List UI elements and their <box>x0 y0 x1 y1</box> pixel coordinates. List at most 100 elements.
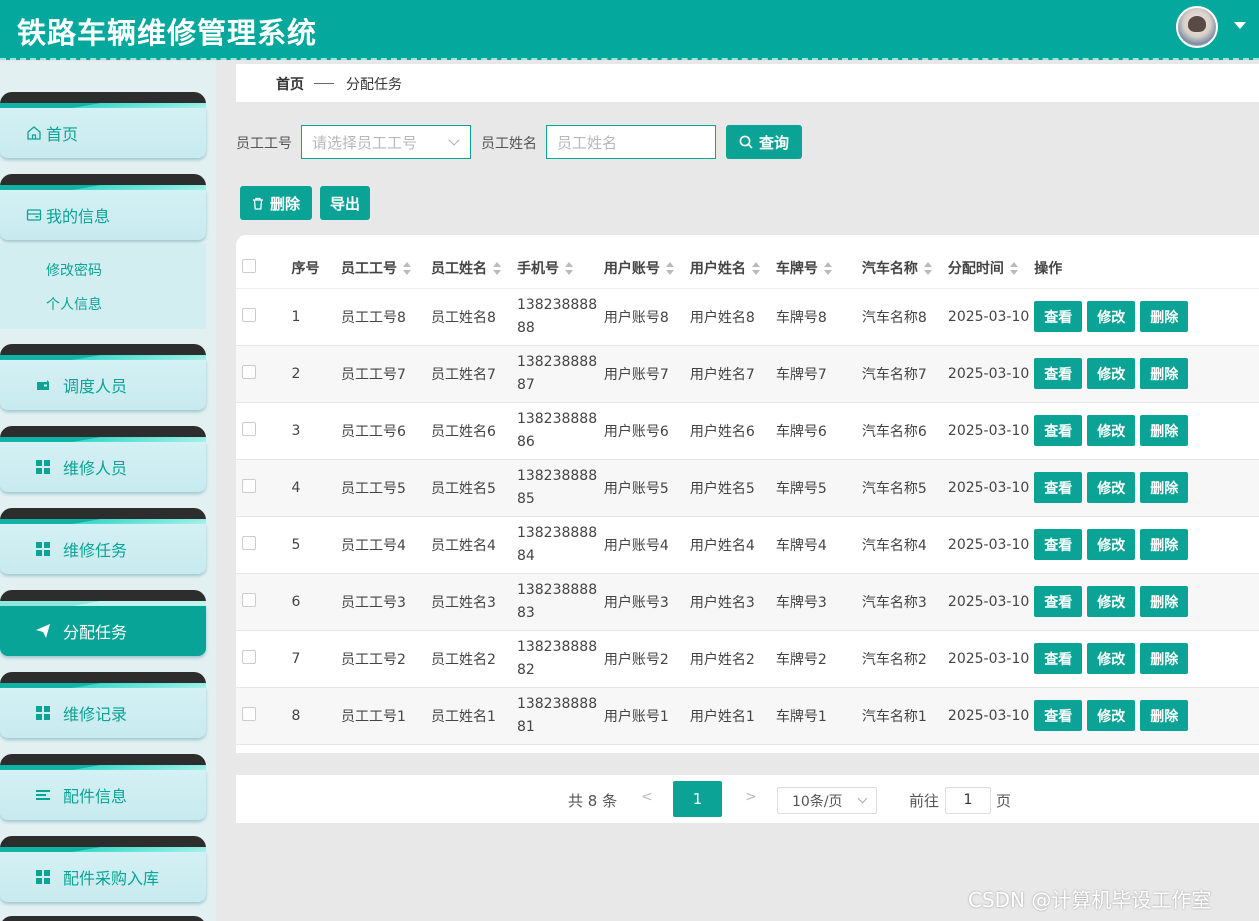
sidebar-item-body[interactable]: 配件采购入库 <box>0 852 206 902</box>
view-button[interactable]: 查看 <box>1034 415 1083 446</box>
view-button[interactable]: 查看 <box>1034 529 1083 560</box>
view-button[interactable]: 查看 <box>1034 643 1083 674</box>
sort-icon[interactable] <box>665 261 674 276</box>
sidebar-item-body[interactable]: 维修任务 <box>0 524 206 574</box>
page-number-button[interactable]: 1 <box>673 781 722 817</box>
view-button[interactable]: 查看 <box>1034 301 1083 332</box>
prev-page-button[interactable]: < <box>641 789 653 805</box>
sort-icon[interactable] <box>1009 261 1018 276</box>
query-button[interactable]: 查询 <box>726 125 802 159</box>
header-user-account[interactable]: 用户账号 <box>603 248 690 289</box>
sidebar-item-label: 维修任务 <box>63 541 128 560</box>
page-size-select[interactable]: 10条/页 <box>777 787 877 814</box>
header-emp-name[interactable]: 员工姓名 <box>430 248 517 289</box>
export-button[interactable]: 导出 <box>320 186 370 220</box>
delete-button[interactable]: 删除 <box>1140 643 1189 674</box>
sidebar-item-dispatchers[interactable]: 调度人员 <box>0 344 206 412</box>
sort-icon[interactable] <box>751 261 760 276</box>
row-checkbox[interactable] <box>242 535 256 550</box>
cell-actions: 查看 修改 删除 <box>1034 345 1259 403</box>
sidebar-item-assign-tasks[interactable]: 分配任务 <box>0 590 206 658</box>
select-all-checkbox[interactable] <box>242 258 256 273</box>
sidebar-item-body[interactable]: 我的信息 <box>0 190 206 240</box>
edit-button[interactable]: 修改 <box>1087 700 1136 731</box>
sidebar-item-repair-records[interactable]: 维修记录 <box>0 672 206 740</box>
next-page-button[interactable]: > <box>745 789 757 805</box>
cell-emp-name: 员工姓名2 <box>430 630 517 688</box>
goto-page-input[interactable]: 1 <box>945 787 991 814</box>
header-phone[interactable]: 手机号 <box>516 248 604 289</box>
edit-button[interactable]: 修改 <box>1087 586 1136 617</box>
header-assign-time[interactable]: 分配时间 <box>947 248 1035 289</box>
header-car-name[interactable]: 汽车名称 <box>861 248 948 289</box>
cell-emp-no: 员工工号6 <box>341 402 431 460</box>
delete-button[interactable]: 删除 <box>1140 301 1189 332</box>
header-label: 员工工号 <box>341 260 397 277</box>
edit-button[interactable]: 修改 <box>1087 415 1136 446</box>
user-menu-caret-icon[interactable] <box>1234 22 1246 29</box>
row-checkbox[interactable] <box>242 706 256 721</box>
edit-button[interactable]: 修改 <box>1087 472 1136 503</box>
row-checkbox[interactable] <box>242 592 256 607</box>
header-plate-no[interactable]: 车牌号 <box>775 248 862 289</box>
sidebar-item-repair-staff[interactable]: 维修人员 <box>0 426 206 494</box>
emp-no-select[interactable]: 请选择员工工号 <box>301 125 471 159</box>
row-checkbox[interactable] <box>242 364 256 379</box>
edit-button[interactable]: 修改 <box>1087 301 1136 332</box>
sort-icon[interactable] <box>492 261 501 276</box>
delete-button[interactable]: 删除 <box>1140 529 1189 560</box>
breadcrumb-home[interactable]: 首页 <box>276 74 304 94</box>
row-checkbox[interactable] <box>242 307 256 322</box>
edit-button[interactable]: 修改 <box>1087 358 1136 389</box>
sidebar-item-my-info[interactable]: 我的信息 <box>0 174 206 242</box>
row-checkbox[interactable] <box>242 649 256 664</box>
emp-name-input[interactable]: 员工姓名 <box>546 125 716 159</box>
sidebar-item-body[interactable]: 配件信息 <box>0 770 206 820</box>
batch-delete-button[interactable]: 删除 <box>240 186 312 220</box>
submenu-personal-info[interactable]: 个人信息 <box>46 294 102 314</box>
submenu-change-password[interactable]: 修改密码 <box>46 260 102 280</box>
view-button[interactable]: 查看 <box>1034 472 1083 503</box>
view-button[interactable]: 查看 <box>1034 586 1083 617</box>
user-avatar[interactable] <box>1176 6 1218 48</box>
sidebar-item-parts-info[interactable]: 配件信息 <box>0 754 206 822</box>
delete-button[interactable]: 删除 <box>1140 700 1189 731</box>
list-icon <box>35 787 51 803</box>
cell-user-account-text: 用户账号2 <box>603 651 669 668</box>
sidebar-item-body[interactable]: 维修记录 <box>0 688 206 738</box>
delete-button[interactable]: 删除 <box>1140 472 1189 503</box>
export-label: 导出 <box>329 194 360 213</box>
pagination: 共 8 条 < 1 > 10条/页 前往 1 页 <box>236 775 1259 823</box>
data-table: 序号 员工工号 员工姓名 手机号 用户账号 用户姓名 车牌号 汽车名称 分配时间… <box>236 248 1259 745</box>
sidebar-item-body[interactable]: 首页 <box>0 108 206 158</box>
delete-button[interactable]: 删除 <box>1140 358 1189 389</box>
sidebar-item-body[interactable]: 分配任务 <box>0 606 206 656</box>
cell-index-text: 4 <box>291 479 301 496</box>
row-select-cell <box>236 687 292 745</box>
delete-button[interactable]: 删除 <box>1140 586 1189 617</box>
sort-icon[interactable] <box>403 261 411 276</box>
sort-icon[interactable] <box>923 261 932 276</box>
sort-icon[interactable] <box>564 261 573 276</box>
delete-button[interactable]: 删除 <box>1140 415 1189 446</box>
cell-car-name-text: 汽车名称1 <box>861 708 927 725</box>
cell-assign-time-text: 2025-03-10 <box>947 479 1030 496</box>
edit-button[interactable]: 修改 <box>1087 643 1136 674</box>
cell-emp-no: 员工工号7 <box>341 345 431 403</box>
cell-index: 6 <box>291 573 341 631</box>
edit-button[interactable]: 修改 <box>1087 529 1136 560</box>
header-user-name[interactable]: 用户姓名 <box>689 248 776 289</box>
sidebar-item-body[interactable]: 维修人员 <box>0 442 206 492</box>
view-button[interactable]: 查看 <box>1034 358 1083 389</box>
sidebar-item-body[interactable]: 调度人员 <box>0 360 206 410</box>
row-checkbox[interactable] <box>242 421 256 436</box>
cell-phone-text: 13823888888 <box>516 296 598 336</box>
sidebar-item-home[interactable]: 首页 <box>0 92 206 160</box>
row-checkbox[interactable] <box>242 478 256 493</box>
sidebar-item-parts-purchase[interactable]: 配件采购入库 <box>0 836 206 904</box>
sidebar-item-repair-tasks[interactable]: 维修任务 <box>0 508 206 576</box>
cell-plate-no: 车牌号2 <box>775 630 862 688</box>
sort-icon[interactable] <box>823 261 832 276</box>
view-button[interactable]: 查看 <box>1034 700 1083 731</box>
header-emp-no[interactable]: 员工工号 <box>341 248 431 289</box>
